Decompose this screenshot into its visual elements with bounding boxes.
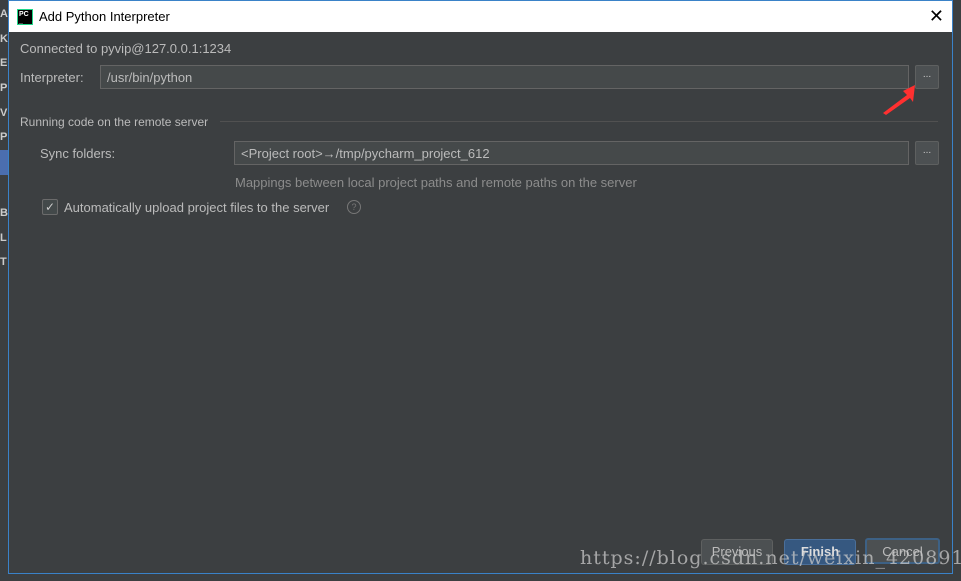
- bg-letter: K: [0, 33, 8, 45]
- connected-text: Connected to pyvip@127.0.0.1:1234: [20, 41, 232, 56]
- bg-letter: A: [0, 8, 8, 20]
- close-icon[interactable]: ✕: [929, 6, 944, 27]
- bg-letter: V: [0, 107, 8, 119]
- bg-letter: P: [0, 82, 8, 94]
- section-title: Running code on the remote server: [20, 115, 209, 129]
- bg-letter: E: [0, 57, 8, 69]
- red-arrow-annotation: [883, 85, 915, 115]
- bg-letter: P: [0, 131, 8, 143]
- finish-button[interactable]: Finish: [784, 539, 856, 565]
- cancel-button[interactable]: Cancel: [865, 538, 940, 564]
- help-icon[interactable]: ?: [347, 200, 361, 214]
- sync-folders-hint: Mappings between local project paths and…: [235, 175, 637, 190]
- previous-button[interactable]: Previous: [701, 539, 773, 565]
- background-window-strip: A K E P V P B L T: [0, 0, 8, 581]
- add-python-interpreter-dialog: PC _ Add Python Interpreter ✕ Connected t…: [8, 0, 953, 574]
- title-bar: PC _ Add Python Interpreter ✕: [9, 1, 952, 32]
- auto-upload-checkbox[interactable]: ✓: [42, 199, 58, 215]
- sync-folders-field[interactable]: <Project root>→/tmp/pycharm_project_612: [234, 141, 909, 165]
- section-divider: [220, 121, 938, 122]
- pycharm-logo-icon: PC _: [17, 8, 33, 25]
- interpreter-field[interactable]: /usr/bin/python: [100, 65, 909, 89]
- sync-folders-label: Sync folders:: [40, 146, 116, 161]
- bg-letter: B: [0, 207, 8, 219]
- sync-folders-browse-button[interactable]: ...: [915, 141, 939, 165]
- bg-letter: T: [0, 256, 7, 268]
- auto-upload-label[interactable]: Automatically upload project files to th…: [64, 200, 329, 215]
- bg-letter: L: [0, 232, 7, 244]
- bg-selection: [0, 150, 8, 175]
- interpreter-label: Interpreter:: [20, 70, 84, 85]
- dialog-title: Add Python Interpreter: [39, 9, 170, 24]
